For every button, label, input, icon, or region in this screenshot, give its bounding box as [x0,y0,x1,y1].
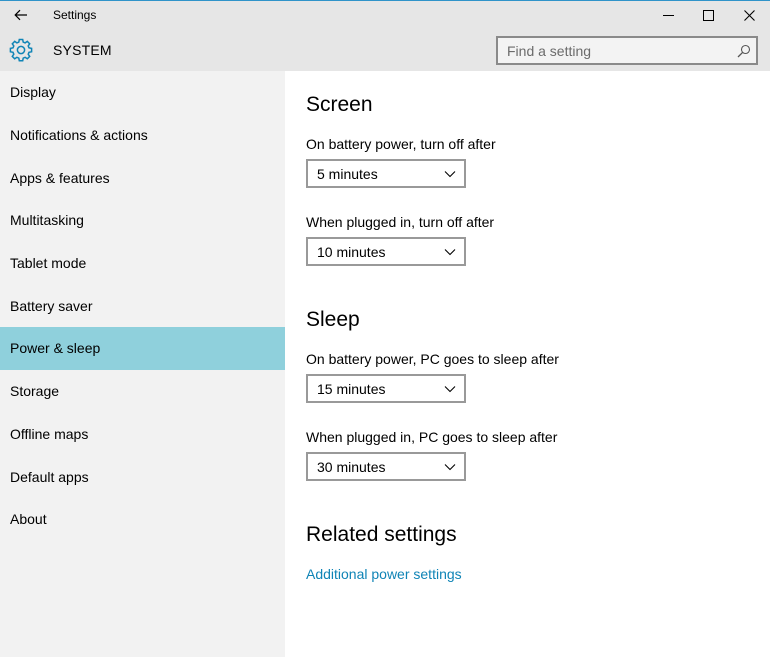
screen-section-title: Screen [306,93,373,116]
sidebar-item-label: Apps & features [10,169,110,186]
close-icon [744,9,755,21]
sidebar-item-label: Display [10,84,56,101]
dropdown-value: 15 minutes [317,381,386,397]
back-button[interactable] [0,1,42,29]
sidebar-item-multitasking[interactable]: Multitasking [0,199,285,242]
main-content: Screen On battery power, turn off after … [306,71,746,657]
chevron-down-icon [444,464,456,471]
window-title: Settings [53,8,97,22]
gear-icon [9,38,33,62]
sidebar-item-storage[interactable]: Storage [0,370,285,413]
sidebar-item-apps-features[interactable]: Apps & features [0,156,285,199]
sleep-section-title: Sleep [306,308,360,331]
search-box[interactable] [496,36,758,65]
maximize-button[interactable] [688,1,729,29]
chevron-down-icon [444,386,456,393]
sidebar: Display Notifications & actions Apps & f… [0,71,285,657]
sidebar-item-notifications[interactable]: Notifications & actions [0,114,285,157]
sidebar-item-label: Offline maps [10,425,89,442]
search-icon[interactable] [737,44,751,58]
additional-power-settings-link[interactable]: Additional power settings [306,566,462,582]
dropdown-value: 10 minutes [317,244,386,260]
sidebar-item-about[interactable]: About [0,498,285,541]
sidebar-item-default-apps[interactable]: Default apps [0,455,285,498]
arrow-left-icon [14,9,27,21]
chevron-down-icon [444,171,456,178]
page-header: SYSTEM [0,29,770,71]
close-button[interactable] [729,1,770,29]
page-title: SYSTEM [53,42,112,58]
sidebar-item-battery-saver[interactable]: Battery saver [0,284,285,327]
sleep-battery-label: On battery power, PC goes to sleep after [306,351,559,367]
sidebar-item-tablet-mode[interactable]: Tablet mode [0,242,285,285]
sleep-plugged-dropdown[interactable]: 30 minutes [306,452,466,481]
sidebar-item-label: Multitasking [10,212,84,229]
sidebar-item-display[interactable]: Display [0,71,285,114]
sidebar-item-label: Storage [10,383,60,400]
sidebar-item-label: Default apps [10,468,89,485]
chevron-down-icon [444,249,456,256]
screen-battery-label: On battery power, turn off after [306,136,496,152]
screen-plugged-label: When plugged in, turn off after [306,214,495,230]
sleep-plugged-label: When plugged in, PC goes to sleep after [306,429,558,445]
dropdown-value: 30 minutes [317,459,386,475]
screen-plugged-dropdown[interactable]: 10 minutes [306,237,466,266]
sidebar-item-label: Tablet mode [10,255,87,272]
sidebar-item-label: Notifications & actions [10,127,148,144]
sidebar-item-label: About [10,511,47,528]
title-bar: Settings [0,0,770,29]
minimize-button[interactable] [648,1,689,29]
minimize-icon [663,14,674,16]
maximize-icon [703,9,714,21]
sidebar-item-offline-maps[interactable]: Offline maps [0,413,285,456]
dropdown-value: 5 minutes [317,166,378,182]
screen-battery-dropdown[interactable]: 5 minutes [306,159,466,188]
related-settings-title: Related settings [306,523,457,546]
search-input[interactable] [498,38,756,63]
sidebar-item-label: Battery saver [10,297,93,314]
sidebar-item-power-sleep[interactable]: Power & sleep [0,327,285,370]
sleep-battery-dropdown[interactable]: 15 minutes [306,374,466,403]
sidebar-item-label: Power & sleep [10,340,101,357]
